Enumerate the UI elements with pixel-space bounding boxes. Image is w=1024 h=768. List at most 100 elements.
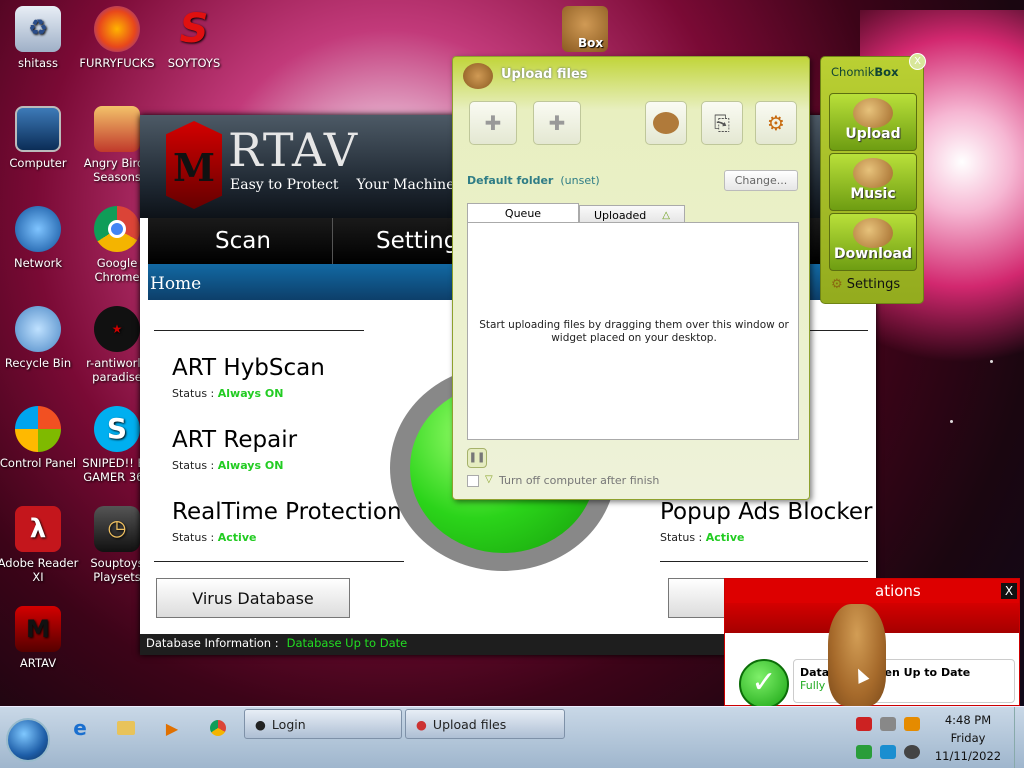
chomikbox-title-part: Box	[874, 65, 899, 79]
triangle-up-icon: △	[662, 210, 670, 221]
chomikbox-download-label: Download	[833, 246, 913, 262]
settings-button[interactable]: ⚙	[755, 101, 797, 145]
gear-icon: ⚙	[831, 277, 843, 292]
upload-hamster-icon	[853, 98, 893, 128]
adobe-reader-icon: λ	[15, 506, 61, 552]
artav-icon: M	[15, 606, 61, 652]
add-folder-button[interactable]: ✚	[533, 101, 581, 145]
tray-network-icon[interactable]	[880, 745, 896, 759]
feature-realtime-title: RealTime Protection	[172, 499, 402, 525]
database-info-value: Database Up to Date	[286, 636, 408, 650]
upload-files-window: Upload files ✚ ✚ ⎘ ⚙ Default folder (uns…	[452, 56, 810, 500]
tray-search-icon[interactable]	[904, 717, 920, 731]
desktop-icon-soytoys[interactable]: S SOYTOYS	[152, 6, 236, 70]
virus-database-button[interactable]: Virus Database	[156, 578, 350, 618]
queue-list[interactable]: Start uploading files by dragging them o…	[467, 222, 799, 440]
tray-volume-icon[interactable]	[904, 745, 920, 759]
tray-hamster-icon[interactable]	[880, 717, 896, 731]
chrome-icon[interactable]	[200, 713, 236, 743]
feature-repair-title: ART Repair	[172, 427, 298, 453]
background-star	[990, 360, 993, 363]
s-logo-icon: S	[179, 6, 209, 52]
recycle-bin-icon	[15, 306, 61, 352]
chomikbox-desktop-widget[interactable]: Box	[562, 6, 608, 52]
taskbar-upload-files[interactable]: ● Upload files	[405, 709, 565, 739]
notification-message: Databa en Up to Date Fully P	[793, 659, 1015, 703]
chomik-upload-icon	[463, 63, 493, 89]
notification-message-part: en Up to Date	[884, 666, 971, 679]
pause-button[interactable]: ❚❚	[467, 448, 487, 468]
status-label: Status :	[172, 387, 215, 400]
status-value: Active	[705, 531, 745, 544]
desktop-icon-label: Control Panel	[0, 456, 77, 470]
add-file-icon: ✚	[484, 111, 502, 135]
start-button[interactable]	[6, 718, 50, 762]
desktop-icon-label: ARTAV	[19, 656, 57, 670]
feature-hybscan-status: Status : Always ON	[172, 387, 283, 400]
artav-brand: RTAV	[228, 123, 359, 177]
divider	[660, 561, 868, 562]
clipboard-button[interactable]: ⎘	[701, 101, 743, 145]
download-hamster-icon	[853, 218, 893, 248]
status-value: Always ON	[217, 387, 284, 400]
computer-icon	[15, 106, 61, 152]
desktop-icon-recycle-bin[interactable]: Recycle Bin	[0, 306, 80, 370]
gear-icon: ⚙	[767, 111, 785, 135]
chomikbox-close-button[interactable]: X	[909, 53, 926, 70]
souptoys-icon: ◷	[94, 506, 140, 552]
chomikbox-settings-label: Settings	[846, 277, 901, 292]
taskbar-login-label: Login	[271, 716, 306, 732]
music-hamster-icon	[853, 158, 893, 188]
media-player-icon[interactable]: ▶	[154, 713, 190, 743]
add-files-button[interactable]: ✚	[469, 101, 517, 145]
nav-scan[interactable]: Scan	[215, 228, 271, 254]
desktop-icon-label: Network	[13, 256, 63, 270]
taskbar-login[interactable]: ● Login	[244, 709, 402, 739]
add-folder-icon: ✚	[548, 111, 566, 135]
tagline-part: Your Machine	[356, 177, 455, 193]
change-folder-button[interactable]: Change...	[724, 170, 798, 191]
notification-close-button[interactable]: X	[1001, 583, 1017, 599]
desktop-icon-furryfucks[interactable]: FURRYFUCKS	[75, 6, 159, 70]
taskbar-upload-files-label: Upload files	[432, 716, 507, 732]
chomikbox-settings-button[interactable]: ⚙ Settings	[831, 277, 900, 292]
desktop-icon-network[interactable]: Network	[0, 206, 80, 270]
network-icon	[15, 206, 61, 252]
taskbar: e ▶ ● Login ● Upload files 4:48 PM Friday …	[0, 706, 1024, 768]
default-folder: Default folder (unset)	[467, 174, 600, 187]
clock-day: Friday	[950, 731, 986, 745]
shutdown-checkbox[interactable]	[467, 475, 479, 487]
tray-artav-icon[interactable]	[856, 717, 872, 731]
hamster-icon	[653, 112, 679, 134]
notification-title: ations	[725, 579, 1019, 603]
show-desktop-button[interactable]	[1014, 707, 1024, 768]
chomikbox-upload-button[interactable]: Upload	[829, 93, 917, 151]
artav-logo-icon: M	[166, 121, 222, 209]
desktop-icon-label: FURRYFUCKS	[79, 56, 155, 70]
hamster-mascot[interactable]	[828, 604, 886, 706]
chomik-button[interactable]	[645, 101, 687, 145]
divider	[800, 330, 868, 331]
chomikbox-music-label: Music	[850, 186, 896, 202]
feature-popup-blocker-status: Status : Active	[660, 531, 744, 544]
checkmark-icon: ✓	[739, 659, 789, 709]
chomikbox-music-button[interactable]: Music	[829, 153, 917, 211]
clock-time: 4:48 PM	[944, 713, 992, 727]
artav-tagline: Easy to Protect Your Machine	[230, 177, 454, 193]
chomikbox-upload-label: Upload	[845, 126, 901, 142]
desktop-icon-control-panel[interactable]: Control Panel	[0, 406, 80, 470]
default-folder-value: (unset)	[560, 174, 600, 187]
tab-queue[interactable]: Queue	[467, 203, 579, 223]
box-widget-label: Box	[578, 36, 604, 50]
desktop-icon-adobe-reader[interactable]: λ Adobe Reader XI	[0, 506, 80, 584]
internet-explorer-icon[interactable]: e	[62, 713, 98, 743]
clock[interactable]: 4:48 PM Friday 11/11/2022	[932, 711, 1004, 765]
chomikbox-download-button[interactable]: Download	[829, 213, 917, 271]
nav-separator	[332, 218, 333, 264]
firefox-icon	[94, 6, 140, 52]
desktop-icon-artav[interactable]: M ARTAV	[0, 606, 80, 670]
tray-flag-icon[interactable]	[856, 745, 872, 759]
file-explorer-icon[interactable]	[108, 713, 144, 743]
desktop-icon-computer[interactable]: Computer	[0, 106, 80, 170]
desktop-icon-shitass[interactable]: ♻ shitass	[0, 6, 80, 70]
